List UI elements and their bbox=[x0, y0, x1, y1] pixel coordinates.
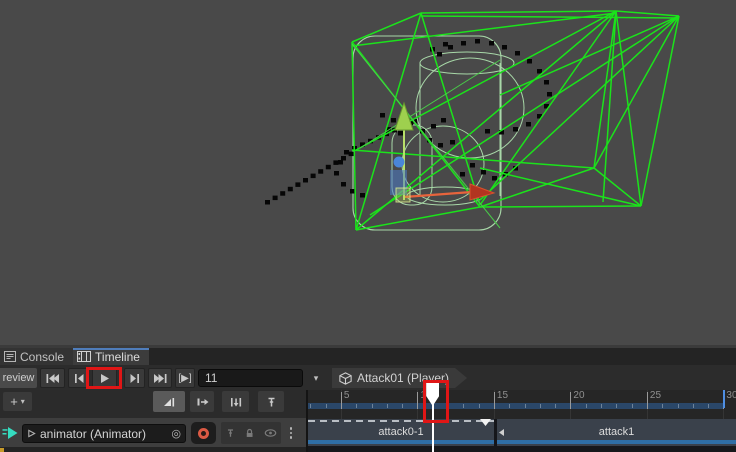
highlight-play-button bbox=[86, 367, 122, 389]
ruler-major-tick bbox=[494, 392, 495, 409]
marker-toggle-button[interactable] bbox=[258, 391, 284, 412]
scene-wireframe bbox=[0, 0, 736, 345]
ripple-mode-icon bbox=[195, 396, 210, 408]
skip-start-icon bbox=[45, 372, 60, 385]
ruler-major-tick bbox=[417, 392, 418, 409]
ruler-band bbox=[308, 403, 723, 409]
preview-toggle-button[interactable]: review bbox=[0, 368, 37, 388]
ruler-major-tick bbox=[341, 392, 342, 409]
animator-object-field[interactable]: animator (Animator) ◎ bbox=[22, 424, 186, 443]
go-to-start-button[interactable] bbox=[40, 368, 65, 388]
ruler-minor-tick bbox=[601, 404, 602, 408]
tab-console[interactable]: Console bbox=[0, 348, 73, 365]
ruler-minor-tick bbox=[586, 404, 587, 408]
ruler-minor-tick bbox=[616, 404, 617, 408]
timeline-body: + ▾ bbox=[0, 390, 736, 452]
frame-rate-dropdown[interactable]: ▾ bbox=[306, 368, 326, 388]
game-viewport[interactable] bbox=[0, 0, 736, 345]
record-icon bbox=[198, 428, 209, 439]
cube-icon bbox=[339, 372, 352, 385]
pin-icon bbox=[265, 396, 278, 408]
step-forward-icon bbox=[129, 372, 141, 385]
object-picker-icon[interactable]: ◎ bbox=[171, 427, 181, 440]
ruler-tick-label: 20 bbox=[573, 390, 584, 401]
mix-mode-icon bbox=[162, 396, 176, 408]
ruler-minor-tick bbox=[387, 404, 388, 408]
track-menu-button[interactable] bbox=[286, 424, 296, 442]
chevron-down-icon: ▾ bbox=[21, 397, 25, 406]
add-track-button[interactable]: + ▾ bbox=[3, 392, 32, 411]
console-icon bbox=[4, 351, 16, 362]
ruler-tick-label: 25 bbox=[650, 390, 661, 401]
track-list-background bbox=[0, 447, 306, 452]
ruler-minor-tick bbox=[525, 404, 526, 408]
next-frame-button[interactable] bbox=[124, 368, 145, 388]
ruler-minor-tick bbox=[479, 404, 480, 408]
ruler-minor-tick bbox=[662, 404, 663, 408]
skip-end-icon bbox=[153, 372, 168, 385]
clip-label: attack0-1 bbox=[308, 426, 494, 438]
below-clips-strip bbox=[308, 446, 736, 452]
ruler-tick-label: 15 bbox=[497, 390, 508, 401]
ruler-minor-tick bbox=[326, 404, 327, 408]
ruler-minor-tick bbox=[463, 404, 464, 408]
ruler-tick-label: 30 bbox=[726, 390, 736, 401]
clip-attack1[interactable]: attack1 bbox=[497, 419, 736, 446]
lock-icon[interactable] bbox=[244, 427, 255, 439]
track-name: animator (Animator) bbox=[40, 427, 146, 441]
replace-mode-icon bbox=[229, 396, 243, 408]
ruler-minor-tick bbox=[693, 404, 694, 408]
timeline-end-marker bbox=[723, 390, 725, 408]
ruler-minor-tick bbox=[678, 404, 679, 408]
ruler-minor-tick bbox=[632, 404, 633, 408]
ruler-minor-tick bbox=[402, 404, 403, 408]
track-toggle-group bbox=[221, 422, 281, 444]
current-frame-input[interactable] bbox=[198, 369, 303, 387]
replace-mode-button[interactable] bbox=[222, 391, 249, 412]
record-button[interactable] bbox=[191, 422, 216, 444]
ruler-minor-tick bbox=[509, 404, 510, 408]
timeline-track-area[interactable]: 51015202530attack0-1attack1 bbox=[308, 390, 736, 452]
unity-editor-window: Console Timeline review bbox=[0, 0, 736, 452]
step-back-icon bbox=[73, 372, 85, 385]
panel-tab-bar: Console Timeline bbox=[0, 348, 736, 365]
animator-icon bbox=[27, 429, 36, 438]
plus-icon: + bbox=[10, 394, 18, 409]
timeline-icon bbox=[77, 351, 91, 362]
tab-timeline[interactable]: Timeline bbox=[73, 348, 149, 365]
ruler-minor-tick bbox=[708, 404, 709, 408]
go-to-end-button[interactable] bbox=[148, 368, 172, 388]
pin-icon[interactable] bbox=[225, 427, 236, 439]
tab-timeline-label: Timeline bbox=[95, 350, 140, 364]
clip-selection-bar bbox=[308, 440, 494, 444]
ruler-minor-tick bbox=[555, 404, 556, 408]
tab-console-label: Console bbox=[20, 350, 64, 364]
ruler-minor-tick bbox=[540, 404, 541, 408]
ruler-tick-label: 5 bbox=[344, 390, 350, 401]
ruler-minor-tick bbox=[310, 404, 311, 408]
clip-selection-bar bbox=[497, 440, 736, 444]
ruler-major-tick bbox=[647, 392, 648, 409]
animation-track-row[interactable]: animator (Animator) ◎ bbox=[0, 418, 306, 447]
ruler-minor-tick bbox=[356, 404, 357, 408]
stray-marker bbox=[0, 448, 4, 452]
clip-attack0-1[interactable]: attack0-1 bbox=[308, 419, 494, 446]
track-header-column: + ▾ bbox=[0, 390, 306, 452]
play-range-button[interactable]: [▶] bbox=[175, 368, 195, 388]
clip-ease-wedge bbox=[480, 419, 491, 426]
highlight-playhead bbox=[423, 380, 449, 423]
ruler-major-tick bbox=[570, 392, 571, 409]
eye-icon[interactable] bbox=[264, 428, 277, 438]
ripple-mode-button[interactable] bbox=[190, 391, 214, 412]
mix-mode-button[interactable] bbox=[153, 391, 185, 412]
clip-label: attack1 bbox=[497, 426, 736, 438]
animation-track-icon bbox=[2, 426, 19, 440]
recording-dashes bbox=[308, 420, 494, 422]
ruler-minor-tick bbox=[372, 404, 373, 408]
